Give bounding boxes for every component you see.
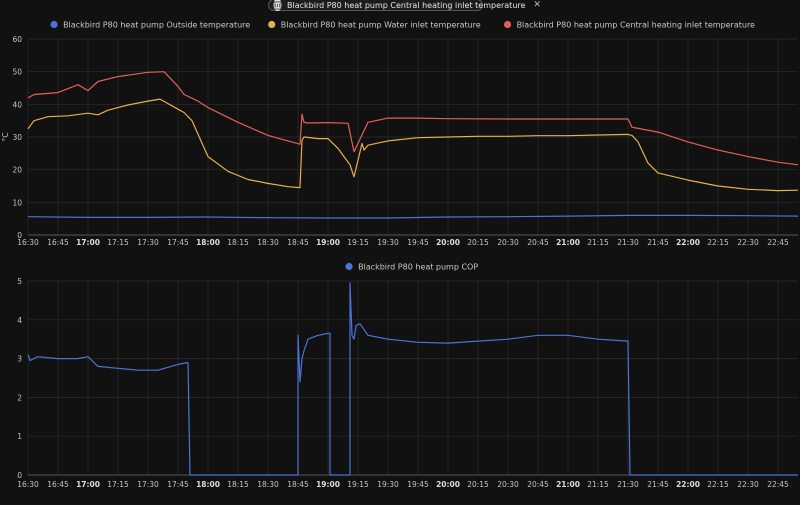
- legend-label: Blackbird P80 heat pump Water inlet temp…: [281, 21, 481, 30]
- x-tick-label: 20:15: [467, 480, 489, 489]
- y-tick-label: 30: [12, 133, 22, 142]
- y-tick-label: 2: [17, 393, 22, 402]
- x-tick-label: 22:45: [767, 480, 789, 489]
- legend-marker: [268, 20, 276, 29]
- y-tick-label: 40: [12, 100, 22, 109]
- legend-item[interactable]: Blackbird P80 heat pump Outside temperat…: [50, 21, 250, 30]
- x-tick-label: 18:00: [196, 480, 220, 489]
- x-tick-label: 19:15: [347, 480, 369, 489]
- x-tick-label: 22:45: [767, 238, 789, 247]
- x-tick-label: 18:15: [227, 238, 249, 247]
- x-tick-label: 17:15: [107, 238, 129, 247]
- x-tick-label: 21:45: [647, 238, 669, 247]
- x-tick-label: 19:45: [407, 480, 429, 489]
- x-tick-label: 21:15: [587, 238, 609, 247]
- temperature-chart: 010203040506016:30 16:45 17:00 17:15 17:30 17…: [1, 21, 799, 247]
- x-tick-label: 17:15: [107, 480, 129, 489]
- x-tick-label: 18:30: [257, 238, 279, 247]
- legend-label: Blackbird P80 heat pump COP: [358, 263, 478, 272]
- x-tick-label: 22:15: [707, 480, 729, 489]
- cop-chart: 0 1 2 3 4 5 16:30 16:45 17:00 17:15 17:30 17:45 18:0…: [17, 263, 798, 489]
- x-tick-label: 22:00: [676, 238, 700, 247]
- x-tick-label: 20:45: [527, 238, 549, 247]
- y-tick-label: 50: [12, 68, 22, 77]
- legend-marker: [50, 20, 58, 29]
- legend: Blackbird P80 heat pump COP: [345, 263, 478, 272]
- x-tick-label: 17:30: [137, 480, 159, 489]
- x-tick-label: 21:15: [587, 480, 609, 489]
- y-tick-label: 1: [17, 432, 22, 441]
- x-tick-label: 16:45: [47, 238, 69, 247]
- x-tick-label: 21:00: [556, 238, 580, 247]
- legend-marker: [503, 20, 512, 29]
- x-tick-label: 22:30: [737, 238, 759, 247]
- x-tick-label: 18:15: [227, 480, 249, 489]
- x-tick-label: 20:00: [436, 238, 460, 247]
- legend-item[interactable]: Blackbird P80 heat pump Water inlet temp…: [268, 21, 481, 30]
- x-tick-label: 16:45: [47, 480, 69, 489]
- x-tick-label: 22:15: [707, 238, 729, 247]
- x-tick-label: 17:45: [167, 480, 189, 489]
- y-tick-label: 20: [12, 166, 22, 175]
- x-tick-label: 19:00: [316, 238, 340, 247]
- y-tick-label: 3: [17, 355, 22, 364]
- x-tick-label: 17:00: [76, 480, 100, 489]
- x-tick-label: 22:00: [676, 480, 700, 489]
- x-tick-label: 18:30: [257, 480, 279, 489]
- series-line: [27, 214, 799, 219]
- legend: Blackbird P80 heat pump Outside temperat…: [50, 21, 755, 30]
- x-tick-label: 19:30: [377, 238, 399, 247]
- x-tick-label: 20:00: [436, 480, 460, 489]
- legend-marker: [345, 262, 353, 271]
- series-line: [27, 71, 799, 166]
- x-tick-label: 16:30: [17, 238, 39, 247]
- charts-canvas: 0 10 20 30 40 50 60 16:30 16:45 17:00 17:15 17:30 17…: [1, 21, 799, 489]
- x-tick-label: 19:45: [407, 238, 429, 247]
- x-tick-label: 18:00: [196, 238, 220, 247]
- y-tick-label: 0: [17, 471, 22, 480]
- legend-item[interactable]: Blackbird P80 heat pump COP: [345, 263, 478, 272]
- x-tick-label: 22:30: [737, 480, 759, 489]
- y-tick-label: 60: [12, 35, 22, 44]
- x-tick-label: 18:45: [287, 480, 309, 489]
- x-tick-label: 21:30: [617, 238, 639, 247]
- series-line: [27, 282, 798, 476]
- y-axis-unit: °C: [1, 133, 10, 142]
- x-tick-label: 21:45: [647, 480, 669, 489]
- x-tick-label: 17:30: [137, 238, 159, 247]
- y-tick-label: 5: [17, 277, 22, 286]
- y-tick-label: 4: [17, 316, 22, 325]
- x-tick-label: 20:30: [497, 238, 519, 247]
- x-tick-label: 16:30: [17, 480, 39, 489]
- legend-item[interactable]: Blackbird P80 heat pump Central heating …: [503, 20, 755, 30]
- x-tick-label: 19:15: [347, 238, 369, 247]
- legend-label: Blackbird P80 heat pump Central heating …: [517, 21, 755, 30]
- x-tick-label: 20:45: [527, 480, 549, 489]
- x-tick-label: 20:30: [497, 480, 519, 489]
- x-tick-label: 20:15: [467, 238, 489, 247]
- x-tick-label: 21:30: [617, 480, 639, 489]
- x-tick-label: 17:45: [167, 238, 189, 247]
- x-tick-label: 17:00: [76, 238, 100, 247]
- y-tick-label: 10: [12, 198, 22, 207]
- x-tick-label: 19:30: [377, 480, 399, 489]
- x-tick-label: 19:00: [316, 480, 340, 489]
- x-tick-label: 21:00: [556, 480, 580, 489]
- x-tick-label: 18:45: [287, 238, 309, 247]
- series-line: [27, 98, 799, 192]
- legend-label: Blackbird P80 heat pump Outside temperat…: [63, 21, 250, 30]
